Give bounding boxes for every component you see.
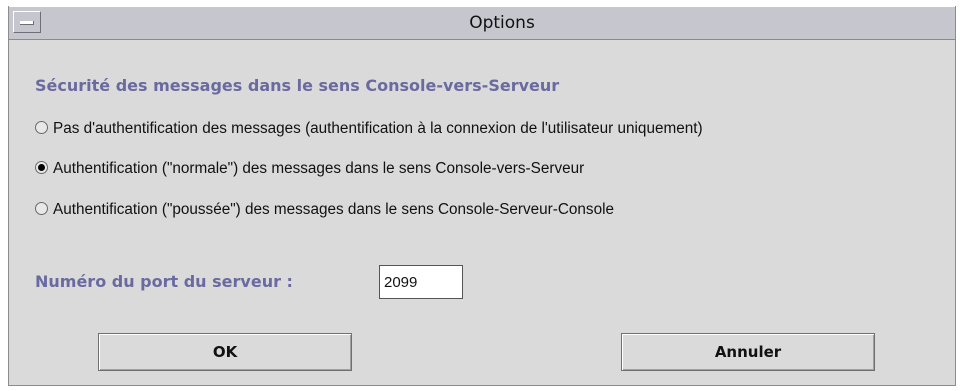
radio-option-no-auth[interactable]: Pas d'authentification des messages (aut… [35,120,703,138]
cancel-button[interactable]: Annuler [621,333,875,371]
radio-label-no-auth: Pas d'authentification des messages (aut… [53,120,703,137]
radio-button-no-auth[interactable] [35,121,48,135]
radio-option-normal-auth[interactable]: Authentification ("normale") des message… [35,160,584,178]
radio-button-normal-auth[interactable] [35,161,48,175]
window-menu-button[interactable] [13,11,41,33]
window-title: Options [469,13,535,33]
security-section-heading: Sécurité des messages dans le sens Conso… [35,76,560,95]
window-menu-icon [20,21,34,25]
server-port-input[interactable] [379,265,463,299]
title-bar[interactable]: Options [9,6,955,40]
radio-option-strong-auth[interactable]: Authentification ("poussée") des message… [35,201,614,219]
server-port-label: Numéro du port du serveur : [35,272,293,291]
ok-button[interactable]: OK [98,333,352,371]
radio-button-strong-auth[interactable] [35,202,48,216]
radio-label-strong-auth: Authentification ("poussée") des message… [53,201,614,218]
options-dialog: Options Sécurité des messages dans le se… [8,6,956,386]
radio-label-normal-auth: Authentification ("normale") des message… [53,160,585,177]
